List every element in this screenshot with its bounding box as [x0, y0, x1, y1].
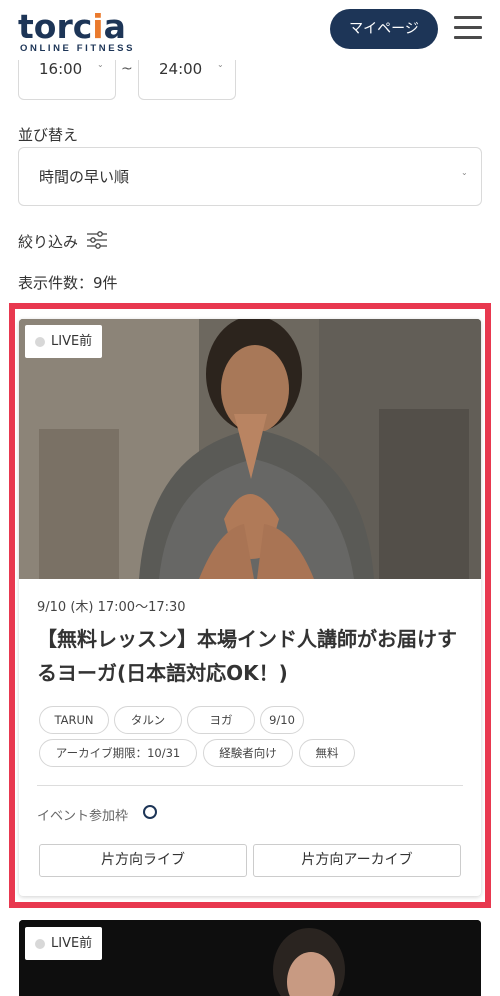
time-to-value: 24:00	[159, 60, 203, 78]
tag-chip[interactable]: ヨガ	[187, 706, 255, 734]
time-from-value: 16:00	[39, 60, 83, 78]
mypage-button[interactable]: マイページ	[330, 9, 438, 49]
sort-value: 時間の早い順	[39, 168, 130, 186]
tag-chip[interactable]: 無料	[299, 739, 355, 767]
status-dot-icon	[35, 336, 45, 347]
card-divider	[37, 785, 463, 786]
tag-chip[interactable]: アーカイブ期限：10/31	[39, 739, 197, 767]
sort-select[interactable]: 時間の早い順 ⌄	[18, 147, 482, 206]
event-thumbnail[interactable]: LIVE前	[19, 319, 481, 579]
chevron-down-icon: ⌄	[97, 60, 104, 69]
time-separator: ~	[121, 61, 133, 77]
tag-chip[interactable]: 9/10	[260, 706, 304, 734]
live-status-badge: LIVE前	[25, 927, 103, 960]
filter-label[interactable]: 絞り込み	[18, 231, 78, 252]
tag-chip[interactable]: 経験者向け	[203, 739, 293, 767]
live-status-text: LIVE前	[51, 936, 93, 951]
one-way-live-button[interactable]: 片方向ライブ	[39, 844, 247, 877]
live-status-text: LIVE前	[51, 334, 93, 349]
sort-label: 並び替え	[18, 126, 79, 144]
hamburger-icon[interactable]	[454, 14, 482, 42]
chevron-down-icon: ⌄	[461, 168, 468, 177]
one-way-archive-button[interactable]: 片方向アーカイブ	[253, 844, 461, 877]
sliders-icon[interactable]	[86, 230, 108, 250]
time-to-select[interactable]: 24:00 ⌄	[138, 56, 236, 100]
capacity-label: イベント参加枠	[37, 809, 129, 824]
result-count: 表示件数：9件	[18, 274, 118, 292]
live-status-badge: LIVE前	[25, 325, 103, 358]
tag-chip[interactable]: TARUN	[39, 706, 109, 734]
tag-chip[interactable]: タルン	[114, 706, 182, 734]
instructor-photo	[19, 319, 481, 579]
event-title[interactable]: 【無料レッスン】本場インド人講師がお届けするヨーガ(日本語対応OK！)	[37, 622, 457, 690]
event-card[interactable]: LIVE前	[19, 920, 481, 996]
logo-subtitle: ONLINE FITNESS	[20, 43, 136, 54]
chevron-down-icon: ⌄	[217, 60, 224, 69]
logo-wordmark: torcia	[18, 7, 126, 46]
event-datetime: 9/10 (木) 17:00〜17:30	[37, 600, 186, 615]
time-from-select[interactable]: 16:00 ⌄	[18, 56, 116, 100]
event-card[interactable]: LIVE前 9/10 (木) 17:00〜17:30 【無料レッスン】本場インド…	[19, 319, 481, 896]
status-dot-icon	[35, 938, 45, 949]
circle-available-icon	[143, 805, 157, 819]
torcia-logo[interactable]: torcia ONLINE FITNESS	[18, 7, 143, 55]
app-header: torcia ONLINE FITNESS マイページ	[0, 0, 500, 60]
